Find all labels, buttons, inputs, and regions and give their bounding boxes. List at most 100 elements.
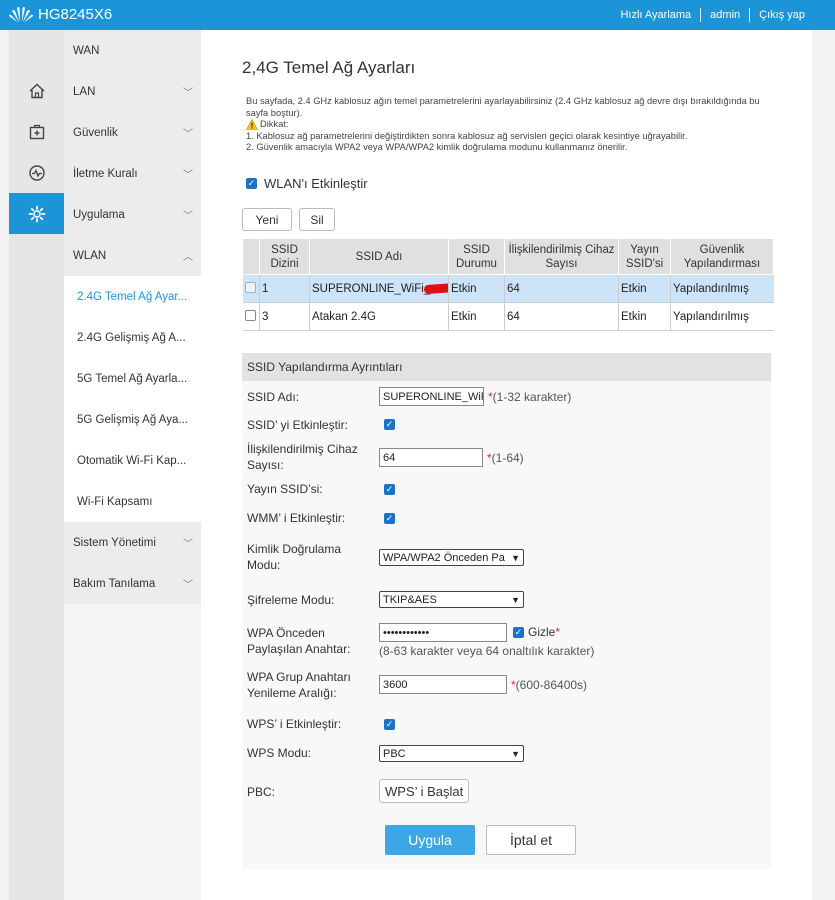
first-aid-icon <box>29 124 44 139</box>
column-header: Yayın SSID'si <box>618 238 671 275</box>
chevron-down-icon: ﹀ <box>183 580 193 591</box>
chevron-down-icon: ﹀ <box>183 539 193 550</box>
top-bar: HG8245X6 Hızlı Ayarlama admin Çıkış yap <box>0 0 835 30</box>
ssid-table: SSID Dizini SSID Adı SSID Durumu İlişkil… <box>242 238 774 331</box>
rail-application[interactable] <box>9 193 70 234</box>
sidebar-item-forwarding[interactable]: İletme Kuralı ﹀ <box>64 153 201 194</box>
wps-mode-label: WPS Modu: <box>247 746 312 760</box>
cell-devices: 64 <box>504 302 619 331</box>
auth-mode-value: WPA/WPA2 Önceden Pa <box>383 551 505 564</box>
admin-link[interactable]: admin <box>710 9 740 21</box>
auth-mode-label: Kimlik Doğrulama Modu: <box>247 542 342 572</box>
rail-diagnostics[interactable] <box>9 152 64 193</box>
chevron-down-icon: ﹀ <box>183 129 193 140</box>
encryption-select[interactable]: TKIP&AES ▼ <box>379 591 524 608</box>
table-row[interactable]: 3 Atakan 2.4G Etkin 64 Etkin Yapılandırı… <box>242 302 774 331</box>
cell-broadcast: Etkin <box>618 302 671 331</box>
ssid-enable-checkbox[interactable]: ✓ <box>384 419 395 430</box>
subnav-5g-advanced[interactable]: 5G Gelişmiş Ağ Aya... <box>64 399 201 440</box>
cell-broadcast: Etkin <box>618 274 671 303</box>
chevron-down-icon: ▼ <box>511 594 520 605</box>
row-checkbox[interactable] <box>244 281 256 293</box>
wps-enable-checkbox[interactable]: ✓ <box>384 719 395 730</box>
sidebar-item-wlan[interactable]: WLAN ︿ <box>64 235 201 276</box>
warning-icon <box>246 119 258 131</box>
enable-wlan-checkbox[interactable]: ✓ <box>246 178 257 189</box>
apply-button[interactable]: Uygula <box>385 825 475 855</box>
sidebar-item-wan[interactable]: WAN <box>64 30 201 71</box>
subnav-5g-basic[interactable]: 5G Temel Ağ Ayarla... <box>64 358 201 399</box>
sidebar-item-label: WAN <box>73 44 100 57</box>
psk-hint: (8-63 karakter veya 64 onaltılık karakte… <box>379 644 595 658</box>
wmm-checkbox[interactable]: ✓ <box>384 513 395 524</box>
huawei-logo: HG8245X6 <box>8 4 112 24</box>
logout-link[interactable]: Çıkış yap <box>759 9 805 21</box>
subnav-wifi-coverage[interactable]: Wi-Fi Kapsamı <box>64 481 201 522</box>
broadcast-checkbox[interactable]: ✓ <box>384 484 395 495</box>
cell-name: SUPERONLINE_WiFi_ <box>309 274 449 303</box>
column-header: İlişkilendirilmiş Cihaz Sayısı <box>504 238 619 275</box>
cell-name-text: SUPERONLINE_WiFi_ <box>312 282 431 295</box>
wps-mode-select[interactable]: PBC ▼ <box>379 745 524 762</box>
table-row[interactable]: 1 SUPERONLINE_WiFi_ Etkin 64 Etkin Yapıl… <box>242 274 774 303</box>
sidebar-item-label: Uygulama <box>73 208 125 221</box>
column-header <box>242 238 260 275</box>
subnav-auto-wifi[interactable]: Otomatik Wi-Fi Kap... <box>64 440 201 481</box>
enable-wlan-row: ✓ WLAN'ı Etkinleştir <box>246 176 368 191</box>
sidebar-item-label: Güvenlik <box>73 126 118 139</box>
sidebar-item-maintenance[interactable]: Bakım Tanılama ﹀ <box>64 563 201 604</box>
row-checkbox[interactable] <box>244 309 256 321</box>
assoc-devices-hint: (1-64) <box>491 450 524 465</box>
column-header: SSID Adı <box>309 238 449 275</box>
psk-label: WPA Önceden Paylaşılan Anahtar: <box>247 626 351 656</box>
subnav-24g-basic[interactable]: 2.4G Temel Ağ Ayar... <box>64 276 201 317</box>
sidebar-item-label: LAN <box>73 85 96 98</box>
wps-enable-label: WPS’ i Etkinleştir: <box>247 717 342 731</box>
sidebar-item-label: Bakım Tanılama <box>73 577 156 590</box>
cell-security: Yapılandırılmış <box>670 274 774 303</box>
chevron-down-icon: ﹀ <box>183 88 193 99</box>
pbc-label: PBC: <box>247 785 276 799</box>
assoc-devices-input[interactable]: 64 <box>379 448 483 467</box>
column-header: SSID Durumu <box>448 238 505 275</box>
cell-security: Yapılandırılmış <box>670 302 774 331</box>
page-title: 2,4G Temel Ağ Ayarları <box>242 58 416 77</box>
gear-icon <box>28 205 45 222</box>
wps-start-button[interactable]: WPS’ i Başlat <box>379 779 470 803</box>
sidebar-item-lan[interactable]: LAN ﹀ <box>64 71 201 112</box>
cancel-button[interactable]: İptal et <box>486 825 576 855</box>
auth-mode-select[interactable]: WPA/WPA2 Önceden Pa ▼ <box>379 549 524 566</box>
ssid-name-hint: (1-32 karakter) <box>492 389 572 404</box>
table-header-row: SSID Dizini SSID Adı SSID Durumu İlişkil… <box>242 238 774 275</box>
rail-home[interactable] <box>9 70 64 111</box>
hide-checkbox[interactable]: ✓ <box>513 627 524 638</box>
column-header: SSID Dizini <box>259 238 310 275</box>
sidebar-item-system[interactable]: Sistem Yönetimi ﹀ <box>64 522 201 563</box>
chevron-up-icon: ︿ <box>183 252 193 263</box>
chevron-down-icon: ﹀ <box>183 170 193 181</box>
cell-index: 1 <box>259 274 310 303</box>
cell-name: Atakan 2.4G <box>309 302 449 331</box>
psk-input[interactable]: •••••••••••• <box>379 623 507 642</box>
note-1: 1. Kablosuz ağ parametrelerini değiştird… <box>246 130 688 141</box>
subnav-24g-advanced[interactable]: 2.4G Gelişmiş Ağ A... <box>64 317 201 358</box>
ssid-name-input[interactable]: SUPERONLINE_WiF <box>379 387 484 406</box>
rail-security[interactable] <box>9 111 64 152</box>
sidebar-item-label: İletme Kuralı <box>73 167 138 180</box>
rekey-input[interactable]: 3600 <box>379 675 507 694</box>
assoc-devices-label: İlişkilendirilmiş Cihaz Sayısı: <box>247 442 358 472</box>
redaction-mark <box>423 282 448 295</box>
sidebar-item-security[interactable]: Güvenlik ﹀ <box>64 112 201 153</box>
top-links: Hızlı Ayarlama admin Çıkış yap <box>620 8 805 22</box>
quick-setup-link[interactable]: Hızlı Ayarlama <box>620 9 691 21</box>
warning-line: Dikkat: <box>246 119 766 131</box>
encryption-label: Şifreleme Modu: <box>247 593 335 607</box>
config-heading: SSID Yapılandırma Ayrıntıları <box>242 353 771 381</box>
sidebar-item-application[interactable]: Uygulama ﹀ <box>64 194 201 235</box>
delete-ssid-button[interactable]: Sil <box>299 208 335 231</box>
product-name: HG8245X6 <box>38 5 113 23</box>
description-text: Bu sayfada, 2.4 GHz kablosuz ağın temel … <box>246 96 760 118</box>
wps-mode-value: PBC <box>383 747 406 760</box>
new-ssid-button[interactable]: Yeni <box>242 208 292 231</box>
ssid-name-label: SSID Adı: <box>247 390 300 404</box>
